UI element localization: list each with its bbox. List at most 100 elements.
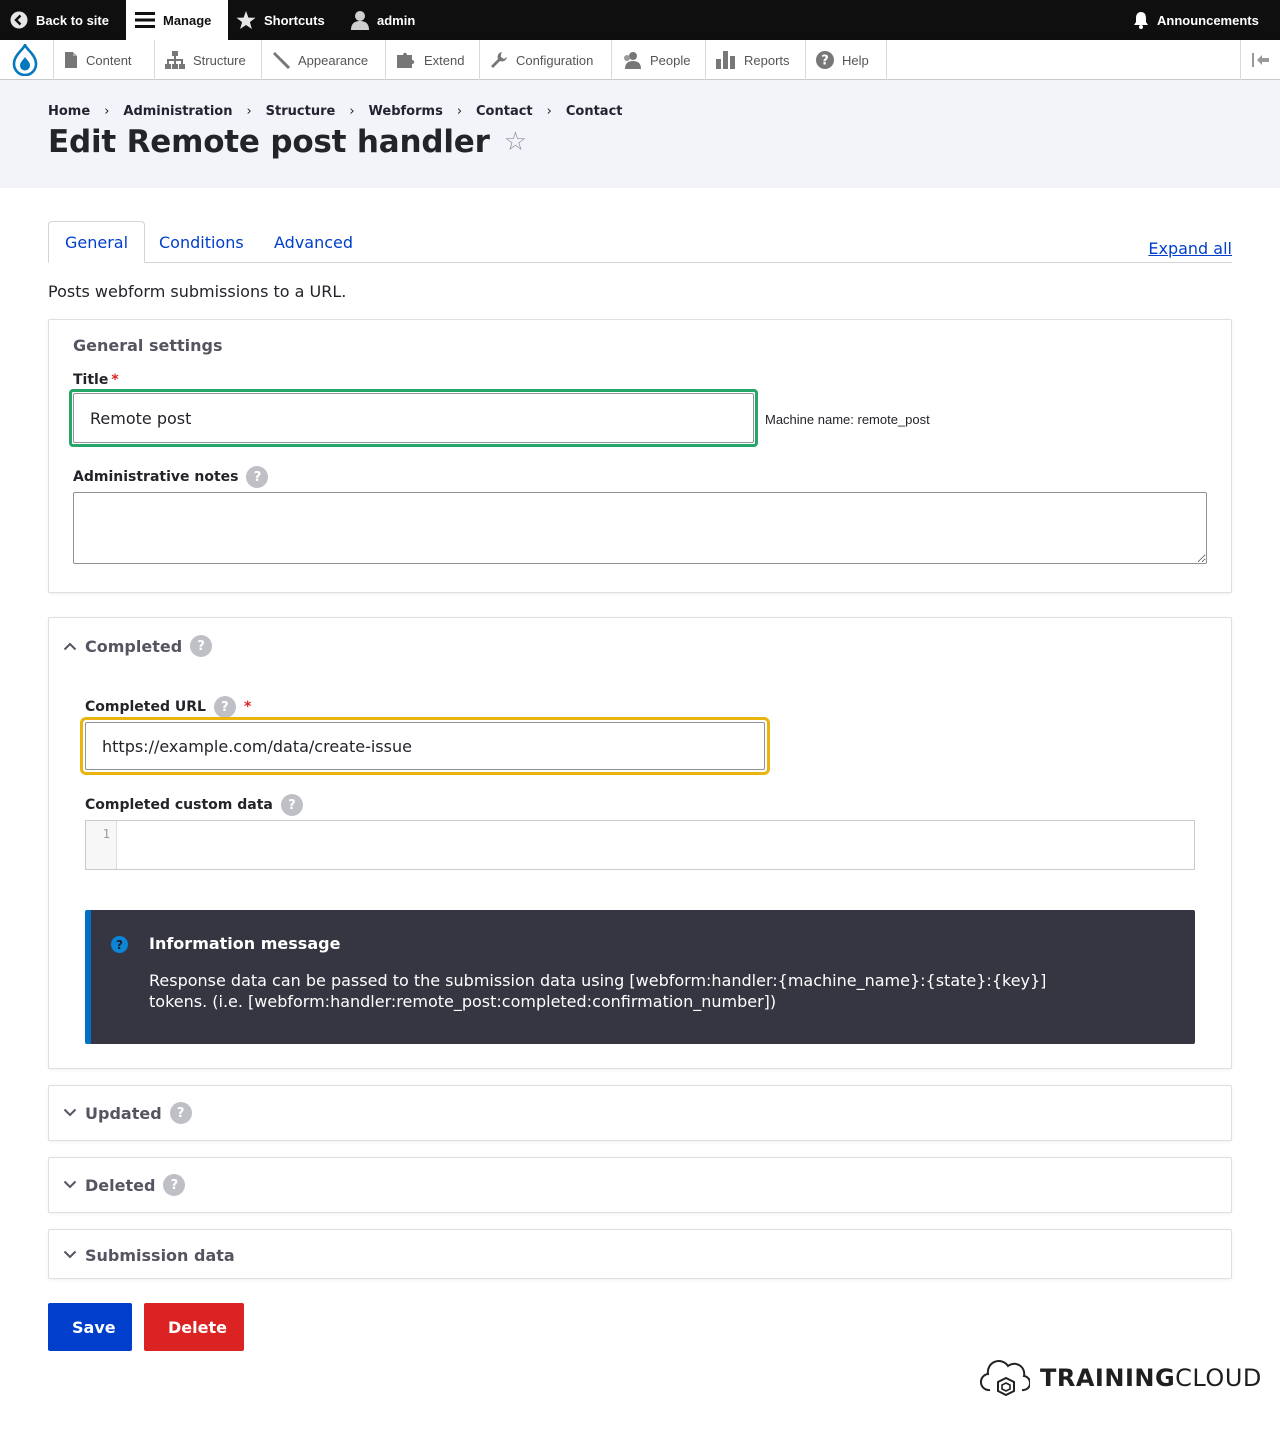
updated-details: Updated?	[48, 1085, 1232, 1141]
delete-button[interactable]: Delete	[144, 1303, 244, 1351]
user-tab[interactable]: admin	[351, 0, 415, 40]
completed-url-input[interactable]: https://example.com/data/create-issue	[85, 722, 765, 770]
drupal-logo-icon[interactable]	[0, 40, 50, 80]
completed-custom-data-label-text: Completed custom data	[85, 797, 273, 813]
collapse-tray-button[interactable]	[1240, 40, 1280, 80]
brand-text-training: TRAINING	[1040, 1364, 1176, 1392]
tray-item-people[interactable]: People	[611, 40, 705, 80]
people-icon	[624, 52, 641, 69]
deleted-summary[interactable]: Deleted?	[49, 1173, 1231, 1197]
tray-item-extend[interactable]: Extend	[385, 40, 479, 80]
brand-text-cloud: CLOUD	[1175, 1364, 1262, 1392]
help-icon[interactable]: ?	[246, 466, 269, 488]
question-circle-icon: ?	[111, 936, 128, 953]
page-header: Home › Administration › Structure › Webf…	[0, 80, 1280, 188]
brand-text: TRAININGCLOUD	[1040, 1364, 1262, 1392]
collapse-arrow-icon	[1251, 53, 1269, 67]
sitemap-icon	[165, 51, 185, 69]
chevron-up-icon	[63, 642, 77, 651]
chevron-down-icon	[63, 1250, 77, 1259]
trainingcloud-logo: TRAININGCLOUD	[980, 1358, 1262, 1398]
help-icon[interactable]: ?	[163, 1174, 186, 1196]
submission-data-summary[interactable]: Submission data	[49, 1243, 1231, 1267]
breadcrumb-separator: ›	[104, 104, 110, 119]
tray-item-help[interactable]: ? Help	[805, 40, 887, 80]
general-settings-legend: General settings	[73, 336, 223, 355]
user-label: admin	[377, 12, 416, 28]
administrative-notes-textarea[interactable]	[73, 492, 1207, 564]
tray-label-help: Help	[842, 52, 869, 68]
breadcrumb-separator: ›	[349, 104, 355, 119]
information-message-title: Information message	[149, 934, 341, 953]
administrative-notes-label-text: Administrative notes	[73, 469, 239, 485]
breadcrumb-contact-handlers[interactable]: Contact	[566, 104, 623, 119]
machine-name: Machine name: remote_post	[765, 412, 930, 427]
breadcrumb-administration[interactable]: Administration	[123, 104, 232, 119]
updated-summary-label: Updated	[85, 1103, 162, 1123]
tray-item-reports[interactable]: Reports	[705, 40, 805, 80]
tray-item-structure[interactable]: Structure	[154, 40, 261, 80]
bell-icon	[1134, 12, 1148, 29]
announcements-tab[interactable]: Announcements	[1133, 0, 1259, 40]
breadcrumb-contact[interactable]: Contact	[476, 104, 533, 119]
back-to-site-label: Back to site	[36, 12, 109, 28]
help-icon[interactable]: ?	[280, 794, 303, 816]
required-marker: *	[111, 372, 119, 388]
tray-label-content: Content	[86, 52, 132, 68]
help-icon[interactable]: ?	[190, 635, 213, 657]
completed-summary-label: Completed	[85, 636, 183, 656]
submission-data-details: Submission data	[48, 1229, 1232, 1279]
shortcut-star-icon[interactable]: ☆	[504, 127, 527, 157]
help-circle-icon: ?	[816, 51, 834, 69]
cloud-logo-icon	[980, 1360, 1030, 1397]
deleted-details: Deleted?	[48, 1157, 1232, 1213]
help-icon[interactable]: ?	[169, 1102, 192, 1124]
updated-summary[interactable]: Updated?	[49, 1101, 1231, 1125]
tab-general[interactable]: General	[48, 221, 146, 263]
save-button[interactable]: Save	[48, 1303, 132, 1351]
page-title-text: Edit Remote post handler	[48, 124, 490, 160]
star-icon	[236, 10, 256, 29]
file-icon	[65, 52, 77, 68]
completed-summary[interactable]: Completed?	[49, 634, 1231, 658]
tray-label-appearance: Appearance	[298, 52, 369, 68]
completed-url-label-text: Completed URL	[85, 699, 206, 715]
tray-item-content[interactable]: Content	[53, 40, 154, 80]
hamburger-icon	[135, 12, 155, 28]
chevron-down-icon	[63, 1180, 77, 1189]
puzzle-icon	[397, 52, 415, 68]
breadcrumb-separator: ›	[456, 104, 463, 119]
handler-tabs: General Conditions Advanced	[48, 221, 1232, 263]
tray-label-people: People	[650, 52, 691, 68]
manage-tab[interactable]: Manage	[126, 0, 228, 40]
paintbrush-icon	[273, 52, 290, 69]
shortcuts-tab[interactable]: Shortcuts	[236, 0, 325, 40]
breadcrumb-separator: ›	[546, 104, 552, 119]
breadcrumb-webforms[interactable]: Webforms	[369, 104, 443, 119]
title-input[interactable]: Remote post	[73, 393, 754, 443]
back-to-site-link[interactable]: Back to site	[10, 0, 109, 40]
completed-details: Completed? Completed URL? * https://examp…	[48, 617, 1232, 1069]
help-icon[interactable]: ?	[213, 696, 236, 718]
back-arrow-icon	[10, 11, 28, 29]
breadcrumb-home[interactable]: Home	[48, 104, 90, 119]
tray-label-configuration: Configuration	[516, 52, 594, 68]
line-number-gutter: 1	[86, 821, 117, 869]
breadcrumb: Home › Administration › Structure › Webf…	[48, 104, 623, 119]
title-label-text: Title	[73, 372, 109, 388]
tray-item-configuration[interactable]: Configuration	[479, 40, 611, 80]
user-icon	[351, 11, 369, 30]
information-message: ? Information message Response data can …	[85, 910, 1195, 1044]
required-marker: *	[243, 699, 252, 715]
completed-custom-data-editor[interactable]: 1	[85, 820, 1195, 870]
wrench-icon	[491, 52, 507, 68]
tab-conditions[interactable]: Conditions	[143, 221, 260, 263]
submission-data-summary-label: Submission data	[85, 1245, 235, 1265]
chevron-down-icon	[63, 1108, 77, 1117]
expand-all-link[interactable]: Expand all	[1148, 239, 1232, 258]
tray-item-appearance[interactable]: Appearance	[261, 40, 385, 80]
breadcrumb-structure[interactable]: Structure	[266, 104, 336, 119]
tab-advanced[interactable]: Advanced	[258, 221, 369, 263]
general-settings-fieldset: General settings Title * Remote post Mach…	[48, 319, 1232, 593]
admin-toolbar: Back to site Manage Shortcuts admin Anno…	[0, 0, 1280, 40]
